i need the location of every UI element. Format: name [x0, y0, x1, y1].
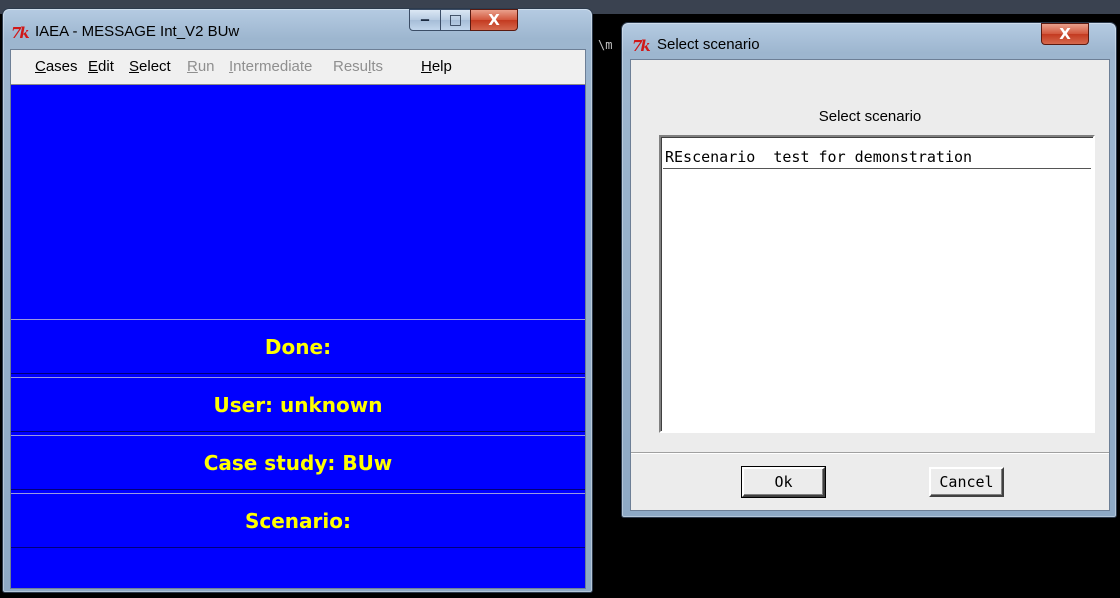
scenario-listbox[interactable]: REscenario test for demonstration [659, 135, 1095, 433]
dialog-titlebar[interactable]: 7k Select scenario X [622, 23, 1116, 59]
maximize-button[interactable]: □ [440, 9, 471, 31]
menu-intermediate[interactable]: Intermediate [229, 58, 312, 75]
case-study-status: Case study: BUw [11, 435, 585, 490]
dialog-title: Select scenario [657, 36, 760, 53]
user-status: User: unknown [11, 377, 585, 432]
dialog-client-area: Select scenario REscenario test for demo… [630, 59, 1110, 511]
list-item[interactable]: REscenario test for demonstration [663, 147, 1091, 169]
minimize-icon: ‒ [420, 12, 430, 28]
blank-canvas-area [11, 85, 585, 320]
select-scenario-dialog: 7k Select scenario X Select scenario REs… [621, 22, 1117, 518]
close-icon: X [488, 11, 500, 29]
dialog-separator [631, 452, 1109, 454]
menu-edit[interactable]: Edit [88, 58, 114, 75]
menu-results[interactable]: Results [333, 58, 383, 75]
status-panel: Done: User: unknown Case study: BUw Scen… [11, 85, 585, 588]
menu-help[interactable]: Help [421, 58, 452, 75]
dialog-close-button[interactable]: X [1041, 23, 1089, 45]
close-button[interactable]: X [470, 9, 518, 31]
menu-cases[interactable]: Cases [35, 58, 78, 75]
maximize-icon: □ [448, 12, 463, 28]
console-text-fragment: \m [598, 38, 613, 52]
main-window: 7k IAEA - MESSAGE Int_V2 BUw ‒ □ X Cases… [2, 8, 593, 593]
minimize-button[interactable]: ‒ [409, 9, 441, 31]
cancel-button[interactable]: Cancel [929, 467, 1004, 497]
menu-run[interactable]: Run [187, 58, 215, 75]
ok-button[interactable]: Ok [741, 466, 826, 498]
close-icon: X [1059, 25, 1071, 43]
main-client-area: Cases Edit Select Run Intermediate Resul… [10, 49, 586, 589]
menu-select[interactable]: Select [129, 58, 171, 75]
dialog-heading: Select scenario [818, 108, 922, 125]
menu-bar: Cases Edit Select Run Intermediate Resul… [11, 50, 585, 85]
main-window-title: IAEA - MESSAGE Int_V2 BUw [35, 23, 240, 40]
tk-feather-icon: 7k [11, 24, 30, 42]
main-titlebar[interactable]: 7k IAEA - MESSAGE Int_V2 BUw ‒ □ X [3, 9, 592, 45]
tk-feather-icon: 7k [632, 37, 651, 55]
done-status: Done: [11, 319, 585, 374]
scenario-status: Scenario: [11, 493, 585, 548]
